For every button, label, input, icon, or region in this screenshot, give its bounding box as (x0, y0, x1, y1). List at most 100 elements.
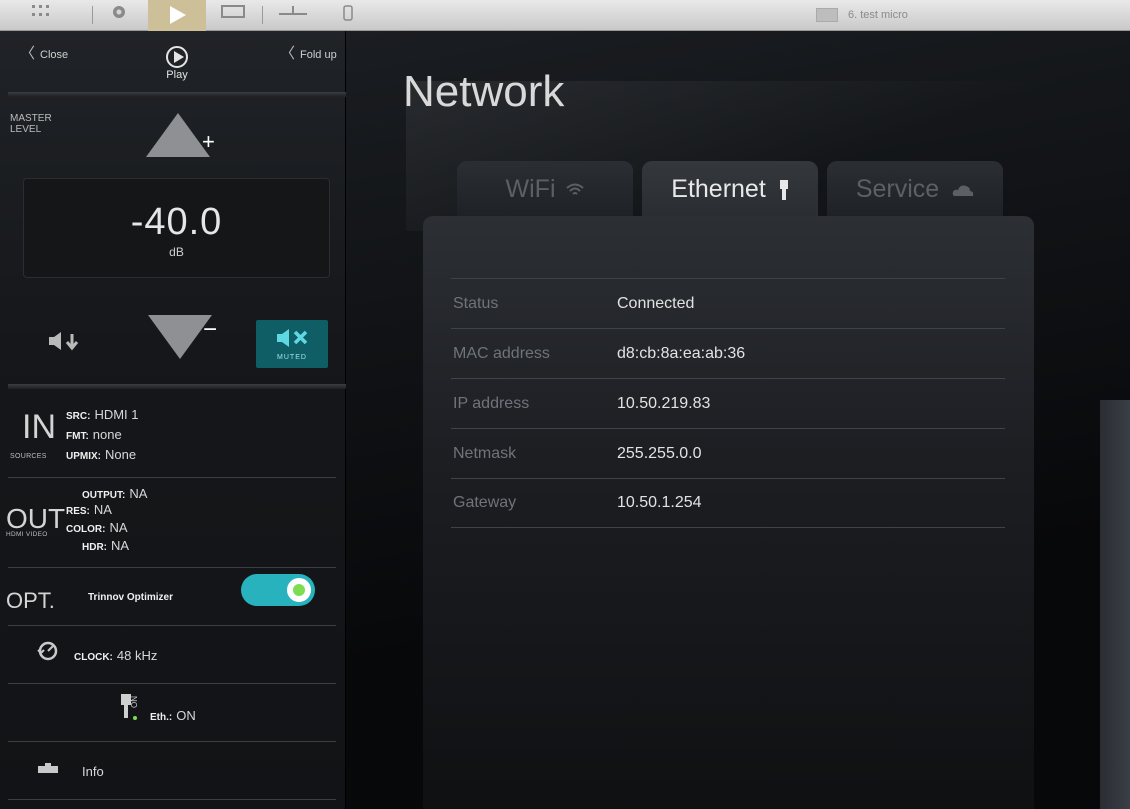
table-row: MAC address d8:cb:8a:ea:ab:36 (451, 328, 1005, 378)
phone-icon[interactable] (340, 4, 356, 26)
info-section[interactable]: Info (8, 742, 336, 800)
fold-up-label: Fold up (300, 49, 337, 61)
monitor-icon[interactable] (220, 4, 246, 26)
toggle-knob (287, 578, 311, 602)
speaker-muted-icon (277, 329, 308, 347)
output-info: OUTPUT: NA (82, 486, 147, 503)
tab-ethernet[interactable]: Ethernet (642, 161, 818, 217)
ethernet-status-vertical: ON (130, 696, 139, 708)
close-label: Close (40, 49, 69, 61)
gateway-key: Gateway (453, 494, 517, 511)
toolbar-divider (92, 6, 93, 24)
table-row: Netmask 255.255.0.0 (451, 428, 1005, 478)
info-label: Info (82, 764, 104, 779)
tab-service[interactable]: Service (827, 161, 1003, 217)
preset-indicator[interactable]: 6. test micro (816, 4, 908, 26)
settings-icon[interactable] (108, 4, 130, 26)
muted-label: MUTED (277, 354, 307, 361)
sidebar-header: 〈 Close Play 〈 Fold up (0, 31, 346, 93)
ip-key: IP address (453, 394, 530, 412)
tab-ethernet-label: Ethernet (671, 175, 766, 203)
netmask-key: Netmask (453, 444, 517, 462)
hdr-value: NA (111, 538, 130, 553)
output-key: OUTPUT: (82, 490, 126, 501)
top-toolbar: 6. test micro (0, 0, 1130, 39)
ethernet-info: Eth.: ON (150, 708, 196, 725)
format-info: FMT: none (66, 427, 122, 444)
chevron-left-icon: 〈 (280, 45, 296, 62)
network-icon[interactable] (276, 4, 310, 26)
play-icon (166, 46, 188, 68)
optimizer-big-label: OPT. (6, 588, 55, 613)
tab-wifi-label: WiFi (505, 175, 556, 203)
optimizer-label: Trinnov Optimizer (88, 592, 174, 603)
netmask-value: 255.255.0.0 (617, 444, 702, 462)
divider (8, 384, 346, 389)
color-info: COLOR: NA (66, 520, 128, 537)
page-title: Network (403, 67, 565, 116)
outputs-sub-label: HDMI VIDEO (6, 531, 48, 538)
inputs-sub-label: SOURCES (10, 453, 47, 460)
mute-button[interactable]: MUTED (256, 320, 328, 368)
tab-wifi[interactable]: WiFi (457, 161, 633, 217)
cloud-icon (952, 185, 974, 197)
master-level-value: -40.0 (130, 201, 223, 243)
network-info-table: Status Connected MAC address d8:cb:8a:ea… (451, 278, 1005, 528)
res-value: NA (93, 502, 112, 517)
ethernet-section[interactable]: ON Eth.: ON (8, 684, 336, 742)
triangle-up-icon: + (146, 113, 215, 157)
mac-key: MAC address (453, 344, 550, 362)
menu-grid-icon[interactable] (30, 4, 52, 26)
speaker-down-icon (49, 332, 79, 351)
info-device-icon (38, 763, 58, 773)
master-level-unit: dB (169, 245, 184, 259)
close-button[interactable]: 〈 Close (20, 42, 68, 63)
upmix-value: None (105, 447, 137, 462)
table-row: Gateway 10.50.1.254 (451, 478, 1005, 528)
hdr-info: HDR: NA (82, 538, 129, 555)
volume-up-button[interactable]: + (146, 113, 215, 157)
right-edge-shadow (1100, 400, 1130, 809)
tab-service-label: Service (855, 175, 940, 203)
hdr-key: HDR: (82, 542, 107, 553)
network-page: Network WiFi Ethernet Service Status Con… (346, 31, 1130, 809)
volume-down-button[interactable]: − (148, 315, 217, 359)
triangle-down-icon: − (148, 315, 217, 359)
input-section[interactable]: IN SOURCES SRC: HDMI 1 FMT: none UPMIX: Non… (8, 394, 336, 478)
optimizer-toggle[interactable] (241, 574, 315, 606)
status-key: Status (453, 294, 499, 312)
gateway-value: 10.50.1.254 (617, 494, 702, 511)
play-tab-button[interactable] (148, 0, 206, 39)
fmt-value: none (92, 427, 122, 442)
color-key: COLOR: (66, 524, 106, 535)
fmt-key: FMT: (66, 431, 89, 442)
ethernet-panel: Status Connected MAC address d8:cb:8a:ea… (423, 216, 1034, 809)
fold-up-button[interactable]: 〈 Fold up (280, 42, 337, 63)
dim-volume-button[interactable] (47, 331, 87, 351)
table-row: Status Connected (451, 278, 1005, 328)
ip-value: 10.50.219.83 (617, 394, 711, 412)
master-level-display: -40.0 dB (23, 178, 330, 278)
clock-info: CLOCK: 48 kHz (74, 648, 157, 665)
play-label: Play (166, 69, 188, 81)
divider (8, 92, 346, 97)
table-row: IP address 10.50.219.83 (451, 378, 1005, 428)
color-value: NA (109, 520, 128, 535)
upmix-key: UPMIX: (66, 451, 101, 462)
play-button[interactable]: Play (157, 46, 197, 88)
resolution-info: RES: NA (66, 502, 112, 519)
output-section[interactable]: OUT HDMI VIDEO OUTPUT: NA RES: NA COLOR: NA… (6, 478, 336, 568)
res-key: RES: (66, 506, 90, 517)
src-key: SRC: (66, 411, 91, 422)
source-info: SRC: HDMI 1 (66, 407, 139, 424)
clock-sync-icon (37, 641, 58, 661)
ethernet-status-dot (133, 716, 137, 720)
src-value: HDMI 1 (94, 407, 139, 422)
clock-value: 48 kHz (116, 648, 158, 663)
preset-label: 6. test micro (848, 9, 908, 21)
plus-icon: + (202, 129, 215, 154)
upmix-info: UPMIX: None (66, 447, 136, 464)
toolbar-divider (262, 6, 263, 24)
master-level-label: MASTER LEVEL (10, 113, 52, 135)
clock-section[interactable]: CLOCK: 48 kHz (8, 626, 336, 684)
